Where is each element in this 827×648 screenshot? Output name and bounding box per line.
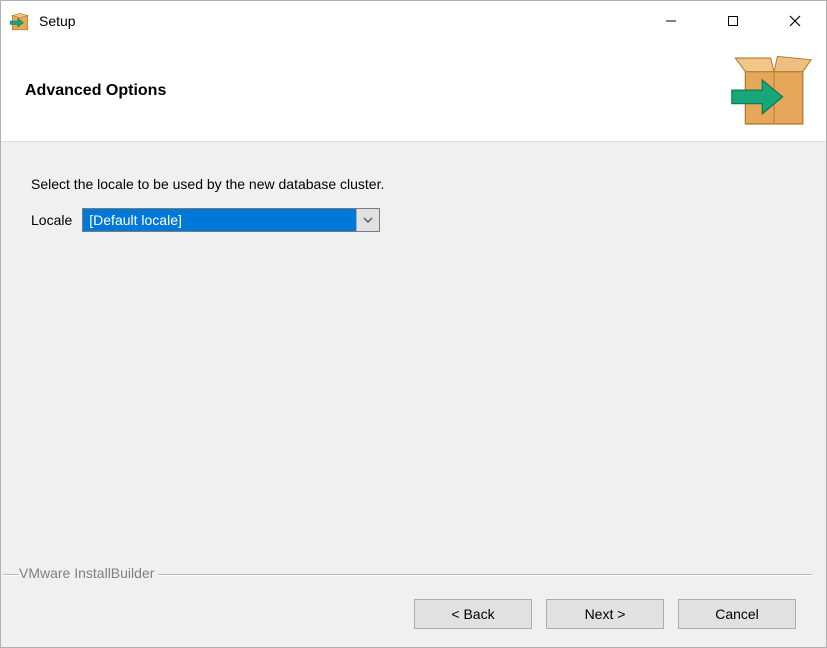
locale-combobox[interactable]: [Default locale]: [82, 208, 380, 232]
locale-value: [Default locale]: [83, 209, 356, 231]
window-title: Setup: [39, 13, 76, 29]
cancel-button[interactable]: Cancel: [678, 599, 796, 629]
content-area: Select the locale to be used by the new …: [1, 141, 826, 647]
back-button[interactable]: < Back: [414, 599, 532, 629]
footer-area: VMware InstallBuilder < Back Next > Canc…: [31, 567, 796, 647]
chevron-down-icon[interactable]: [356, 209, 379, 231]
header-band: Advanced Options: [1, 41, 826, 141]
legend-line: VMware InstallBuilder: [3, 567, 812, 581]
minimize-button[interactable]: [640, 1, 702, 41]
locale-label: Locale: [31, 212, 72, 228]
page-title: Advanced Options: [25, 82, 726, 100]
close-button[interactable]: [764, 1, 826, 41]
locale-row: Locale [Default locale]: [31, 208, 796, 232]
maximize-button[interactable]: [702, 1, 764, 41]
builder-legend: VMware InstallBuilder: [19, 565, 158, 581]
titlebar: Setup: [1, 1, 826, 41]
next-button[interactable]: Next >: [546, 599, 664, 629]
box-arrow-icon: [9, 10, 31, 32]
setup-window: Setup Advanced Options: [0, 0, 827, 648]
window-controls: [640, 1, 826, 41]
wizard-buttons: < Back Next > Cancel: [31, 595, 796, 647]
instruction-text: Select the locale to be used by the new …: [31, 176, 796, 192]
box-arrow-large-icon: [726, 53, 812, 129]
